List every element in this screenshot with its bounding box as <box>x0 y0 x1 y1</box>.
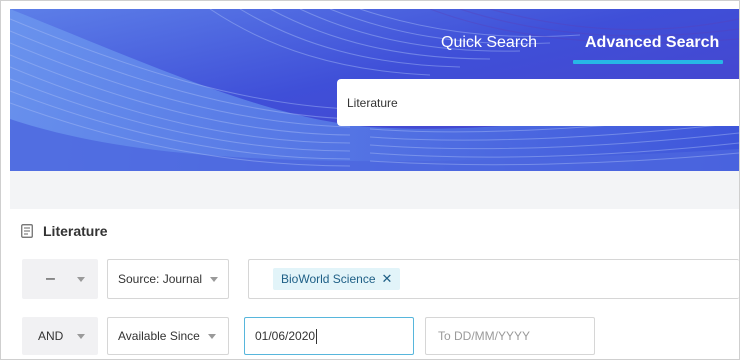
chip-label: BioWorld Science <box>281 272 376 286</box>
search-box[interactable] <box>337 79 739 126</box>
app-frame: Quick Search Advanced Search Literature … <box>0 0 740 360</box>
date-from-value[interactable]: 01/06/2020 <box>255 329 315 343</box>
close-icon[interactable]: ✕ <box>382 271 393 287</box>
date-to-field[interactable]: To DD/MM/YYYY <box>425 317 595 355</box>
caret-down-icon <box>77 333 86 339</box>
row2-operator-select[interactable]: AND <box>22 317 98 355</box>
search-input[interactable] <box>337 79 727 126</box>
caret-down-icon <box>210 276 219 282</box>
caret-down-icon <box>76 276 85 282</box>
tab-advanced-search[interactable]: Advanced Search <box>585 34 719 52</box>
date-from-field[interactable]: 01/06/2020 <box>244 317 414 355</box>
active-tab-indicator <box>573 60 723 64</box>
row2-operator-value: AND <box>38 329 64 343</box>
row2-field-select[interactable]: Available Since <box>107 317 229 355</box>
section-title: Literature <box>43 223 108 239</box>
caret-down-icon <box>207 333 216 339</box>
date-to-placeholder[interactable]: To DD/MM/YYYY <box>438 329 530 343</box>
row1-operator-value: – <box>46 270 55 287</box>
hero-banner: Quick Search Advanced Search <box>10 9 739 171</box>
row1-value-input[interactable]: BioWorld Science ✕ <box>248 259 739 299</box>
tab-quick-search[interactable]: Quick Search <box>441 34 537 52</box>
document-icon <box>21 224 33 238</box>
text-cursor <box>316 328 318 344</box>
row2-field-value: Available Since <box>118 329 200 343</box>
section-header: Literature <box>21 223 108 239</box>
separator-band <box>10 171 739 209</box>
row1-field-select[interactable]: Source: Journal <box>107 259 229 299</box>
row1-operator-select[interactable]: – <box>22 259 98 299</box>
row1-field-value: Source: Journal <box>118 272 203 286</box>
value-chip: BioWorld Science ✕ <box>273 268 401 290</box>
